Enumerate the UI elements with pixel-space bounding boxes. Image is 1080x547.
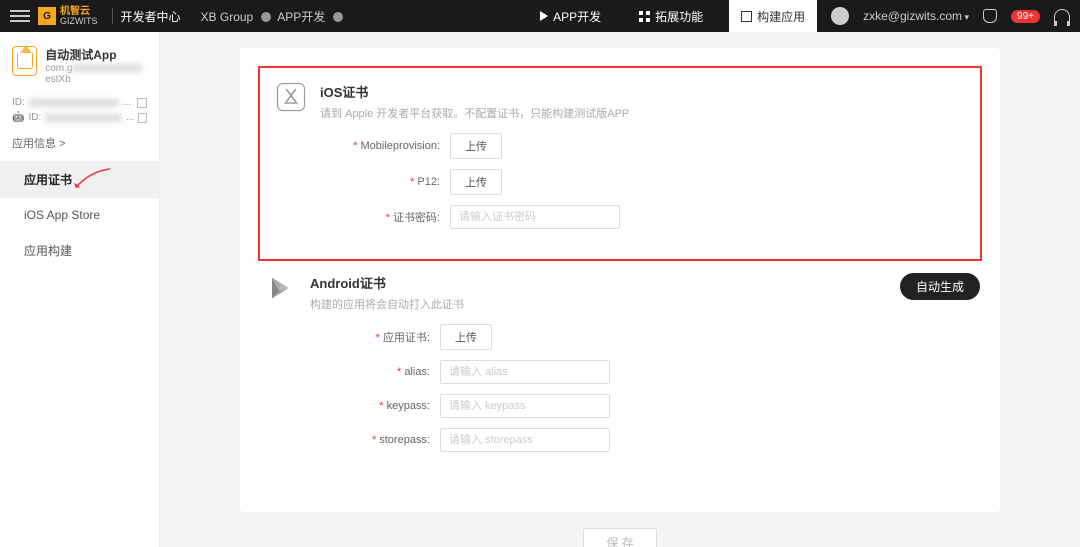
keypass-input[interactable] <box>440 394 610 418</box>
storepass-label: *storepass: <box>310 434 440 446</box>
notification-badge[interactable]: 99+ <box>1011 10 1040 23</box>
ios-section: iOS证书 请到 Apple 开发者平台获取。不配置证书，只能构建测试版APP … <box>258 66 982 261</box>
p12-label: *P12: <box>320 176 450 188</box>
cert-pwd-label: *证书密码: <box>320 209 450 225</box>
copy-icon[interactable] <box>138 113 147 123</box>
support-icon[interactable] <box>1054 9 1070 23</box>
grid-icon <box>639 11 650 22</box>
android-cert-label: *应用证书: <box>310 329 440 345</box>
android-cert-upload-button[interactable]: 上传 <box>440 324 492 350</box>
sidebar: 自动测试App com.gestXb ID:... 🤖 ID:... 应用信息 … <box>0 32 160 547</box>
android-title: Android证书 <box>310 273 900 292</box>
storepass-input[interactable] <box>440 428 610 452</box>
app-package: com.gestXb <box>45 63 147 85</box>
sidebar-item-build[interactable]: 应用构建 <box>0 232 159 269</box>
tab-extend[interactable]: 拓展功能 <box>627 0 715 33</box>
cert-pwd-input[interactable] <box>450 205 620 229</box>
p12-upload-button[interactable]: 上传 <box>450 169 502 195</box>
tab-build[interactable]: 构建应用 <box>729 0 817 33</box>
site-title[interactable]: 开发者中心 <box>121 8 181 25</box>
logo[interactable]: G 机智云GIZWITS <box>38 7 98 26</box>
alias-label: *alias: <box>310 366 440 378</box>
app-name: 自动测试App <box>45 46 147 63</box>
ios-hint: 请到 Apple 开发者平台获取。不配置证书，只能构建测试版APP <box>320 105 970 121</box>
play-icon <box>266 273 296 303</box>
sidebar-item-cert[interactable]: 应用证书 <box>0 161 159 198</box>
arrow-annotation <box>72 167 112 192</box>
sidebar-item-ios-store[interactable]: iOS App Store <box>0 198 159 232</box>
keypass-label: *keypass: <box>310 400 440 412</box>
hamburger-icon[interactable] <box>10 10 30 22</box>
topbar: G 机智云GIZWITS 开发者中心 XB Group APP开发 APP开发 … <box>0 0 1080 32</box>
copy-icon[interactable] <box>137 98 147 108</box>
android-id-row: 🤖 ID:... <box>0 110 159 125</box>
app-icon <box>12 46 37 76</box>
android-hint: 构建的应用将会自动打入此证书 <box>310 296 900 312</box>
play-icon <box>540 11 548 21</box>
save-button[interactable]: 保 存 <box>583 528 656 547</box>
android-section: Android证书 构建的应用将会自动打入此证书 *应用证书: 上传 *alia… <box>260 259 980 482</box>
appstore-icon <box>276 82 306 112</box>
mobileprovision-upload-button[interactable]: 上传 <box>450 133 502 159</box>
alias-input[interactable] <box>440 360 610 384</box>
avatar[interactable] <box>831 7 849 25</box>
breadcrumb-group[interactable]: XB Group <box>201 10 254 24</box>
breadcrumb-app[interactable]: APP开发 <box>277 10 325 24</box>
auto-generate-button[interactable]: 自动生成 <box>900 273 980 300</box>
gear-icon[interactable] <box>261 12 271 22</box>
user-dropdown[interactable]: zxke@gizwits.com <box>863 9 969 23</box>
content-area: iOS证书 请到 Apple 开发者平台获取。不配置证书，只能构建测试版APP … <box>160 32 1080 547</box>
sidebar-section-info[interactable]: 应用信息 > <box>0 125 159 161</box>
ios-title: iOS证书 <box>320 82 970 101</box>
mobileprovision-label: *Mobileprovision: <box>320 140 450 152</box>
square-icon <box>741 11 752 22</box>
gear-icon[interactable] <box>333 12 343 22</box>
apple-id-row: ID:... <box>0 95 159 110</box>
breadcrumb: XB Group APP开发 <box>201 8 343 25</box>
bell-icon[interactable] <box>983 9 997 23</box>
tab-app-dev[interactable]: APP开发 <box>528 0 613 33</box>
